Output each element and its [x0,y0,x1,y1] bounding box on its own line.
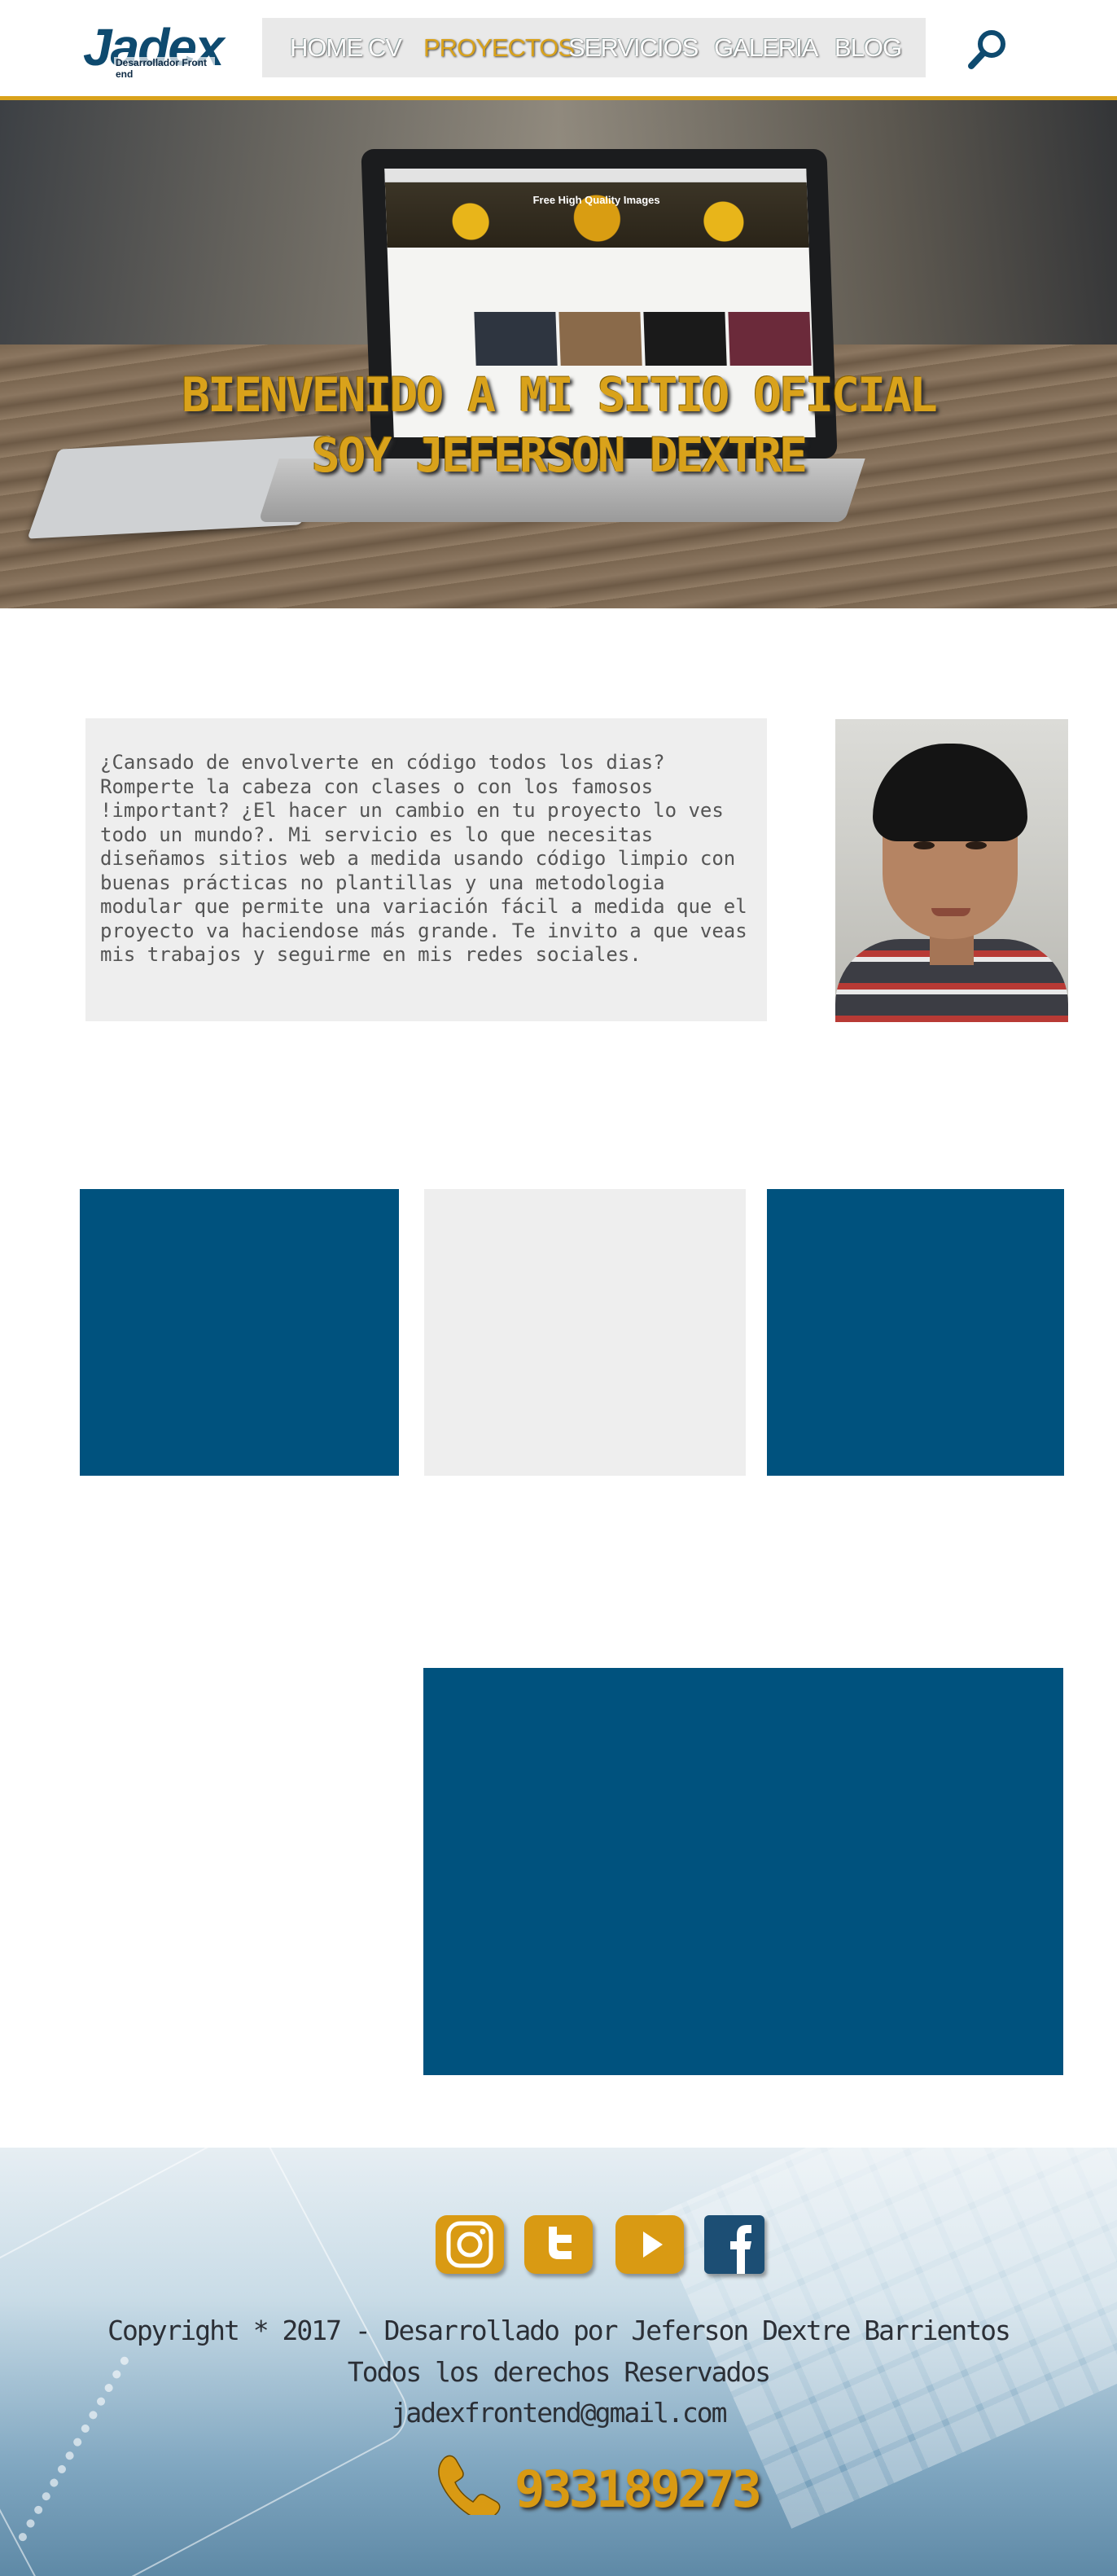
photo-eye [913,841,935,849]
main-nav: HOME CV PROYECTOS SERVICIOS GALERIA BLOG [262,18,926,77]
hero-title-line2: SOY JEFERSON DEXTRE [311,428,808,483]
nav-galeria[interactable]: GALERIA [714,18,818,77]
footer-email[interactable]: jadexfrontend@gmail.com [0,2397,1117,2429]
phone-icon[interactable] [433,2451,502,2515]
nav-cv[interactable]: CV [368,18,402,77]
screen-thumb [643,312,727,366]
feature-box-1 [80,1189,399,1476]
nav-blog[interactable]: BLOG [834,18,902,77]
site-header: Jadex Desarrollador Front end HOME CV PR… [0,0,1117,100]
site-logo[interactable]: Jadex Desarrollador Front end [81,15,224,80]
logo-tagline: Desarrollador Front end [114,57,215,80]
screen-thumb [474,312,558,366]
search-icon[interactable] [967,28,1008,70]
nav-proyectos[interactable]: PROYECTOS [423,18,575,77]
footer-phone-number[interactable]: 933189273 [515,2460,762,2519]
feature-box-2 [424,1189,746,1476]
photo-hair [873,744,1027,841]
footer-copyright: Copyright * 2017 - Desarrollado por Jefe… [107,2315,1011,2346]
screen-browser-bar [384,169,807,182]
twitter-icon[interactable] [524,2215,593,2274]
facebook-icon[interactable] [704,2215,764,2274]
screen-banner: Free High Quality Images [384,182,809,248]
screen-thumbnails [474,312,815,369]
photo-eye [966,841,987,849]
hero-banner: Free High Quality Images BIENVENIDO A MI… [0,100,1117,608]
screen-thumb [558,312,642,366]
feature-box-3 [767,1189,1064,1476]
content-block [423,1668,1063,2075]
about-panel: ¿Cansado de envolverte en código todos l… [85,718,767,1021]
about-text: ¿Cansado de envolverte en código todos l… [100,751,747,966]
profile-photo [835,719,1068,1022]
hero-title-line1: BIENVENIDO A MI SITIO OFICIAL [182,367,938,423]
nav-servicios[interactable]: SERVICIOS [568,18,699,77]
screen-thumb [728,312,812,366]
footer-rights: Todos los derechos Reservados [347,2356,771,2388]
nav-home[interactable]: HOME [290,18,363,77]
youtube-icon[interactable] [615,2215,684,2274]
screen-banner-title: Free High Quality Images [532,194,660,206]
instagram-icon[interactable] [436,2215,504,2274]
photo-mouth [931,908,970,916]
